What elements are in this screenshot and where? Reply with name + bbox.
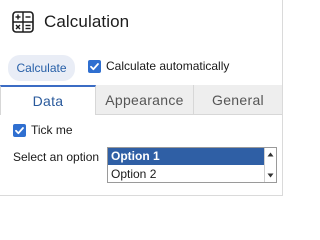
tab-data[interactable]: Data <box>0 85 96 115</box>
panel-header: Calculation <box>12 11 129 33</box>
option-listbox[interactable]: Option 1 Option 2 <box>107 147 277 183</box>
tab-general[interactable]: General <box>193 85 282 115</box>
listbox-scrollbar[interactable] <box>264 148 276 182</box>
tab-bar: Data Appearance General <box>0 85 282 115</box>
scroll-up-arrow-icon[interactable] <box>265 149 276 160</box>
panel-title: Calculation <box>44 12 130 31</box>
tick-me-checkbox[interactable]: Tick me <box>13 123 73 137</box>
calculate-automatically-label: Calculate automatically <box>106 59 230 73</box>
tab-appearance[interactable]: Appearance <box>96 85 193 115</box>
checkbox-checked-icon[interactable] <box>13 123 26 137</box>
calculation-panel: Calculation Calculate Calculate automati… <box>0 0 283 196</box>
calculate-button[interactable]: Calculate <box>8 55 75 81</box>
scroll-down-arrow-icon[interactable] <box>265 170 276 181</box>
checkbox-checked-icon[interactable] <box>88 59 101 73</box>
calculator-icon <box>12 11 34 33</box>
tick-me-label: Tick me <box>31 123 73 137</box>
calculate-automatically-checkbox[interactable]: Calculate automatically <box>88 59 229 73</box>
select-option-label: Select an option <box>13 150 100 164</box>
listbox-option-selected[interactable]: Option 1 <box>108 148 265 165</box>
listbox-option[interactable]: Option 2 <box>108 166 265 183</box>
